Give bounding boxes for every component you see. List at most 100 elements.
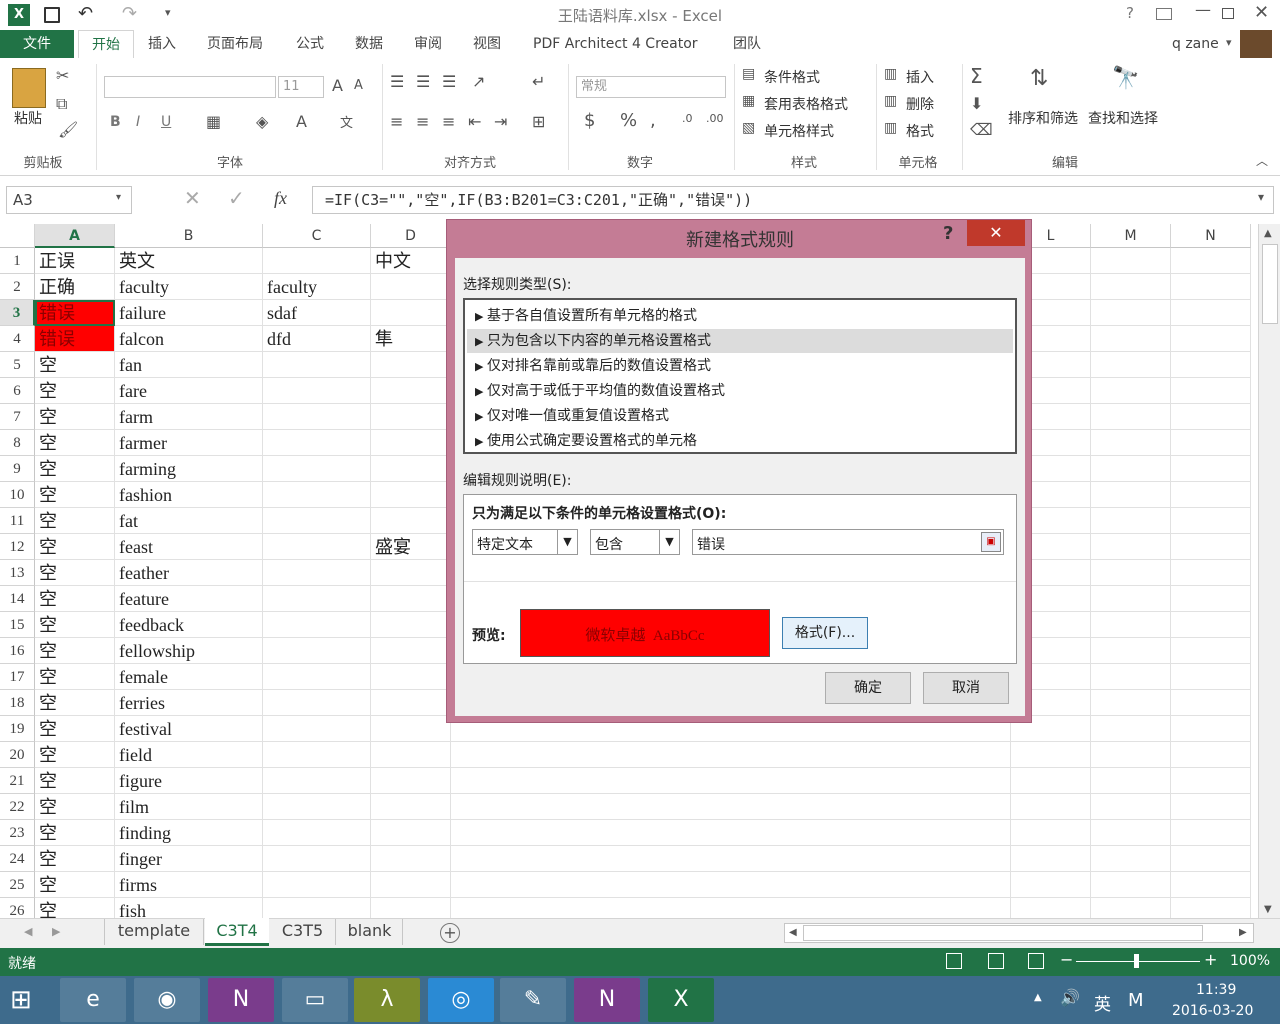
cell-empty[interactable] xyxy=(1171,430,1251,456)
cell-empty[interactable] xyxy=(1091,898,1171,918)
cell-empty[interactable] xyxy=(1091,872,1171,898)
cell-empty[interactable] xyxy=(1171,352,1251,378)
delete-cells-icon[interactable]: ▥ xyxy=(884,93,897,109)
cell-empty[interactable] xyxy=(1171,404,1251,430)
rule-type-item[interactable]: ▶ 使用公式确定要设置格式的单元格 xyxy=(467,429,1013,453)
increase-indent-icon[interactable]: ⇥ xyxy=(494,112,507,131)
cell-c9[interactable] xyxy=(263,456,371,482)
delete-cells-button[interactable]: 删除 xyxy=(906,94,934,114)
cell-d5[interactable] xyxy=(371,352,451,378)
cell-c6[interactable] xyxy=(263,378,371,404)
cell-empty[interactable] xyxy=(1171,794,1251,820)
cell-b25[interactable]: firms xyxy=(115,872,263,898)
app-icon[interactable]: ◎ xyxy=(428,978,494,1022)
cell-empty[interactable] xyxy=(1091,638,1171,664)
firefox-icon[interactable]: ◉ xyxy=(134,978,200,1022)
cell-empty[interactable] xyxy=(1091,820,1171,846)
cell-a7[interactable]: 空 xyxy=(35,404,115,430)
percent-icon[interactable]: % xyxy=(620,110,637,131)
cell-a26[interactable]: 空 xyxy=(35,898,115,918)
row-header[interactable]: 24 xyxy=(0,846,35,872)
rule-type-dropdown[interactable]: 特定文本 ▼ xyxy=(472,529,578,555)
expand-formula-icon[interactable]: ▾ xyxy=(1258,190,1264,204)
cell-b15[interactable]: feedback xyxy=(115,612,263,638)
row-header[interactable]: 4 xyxy=(0,326,35,352)
tab-home[interactable]: 开始 xyxy=(78,30,134,58)
cell-empty[interactable] xyxy=(1091,664,1171,690)
cell-a3[interactable]: 错误 xyxy=(35,300,115,326)
cell-a4[interactable]: 错误 xyxy=(35,326,115,352)
row-header[interactable]: 14 xyxy=(0,586,35,612)
onenote-clipper-icon[interactable]: N xyxy=(574,978,640,1022)
horizontal-scrollbar[interactable]: ◀ ▶ xyxy=(784,923,1254,943)
cell-empty[interactable] xyxy=(1011,768,1091,794)
file-explorer-icon[interactable]: ▭ xyxy=(282,978,348,1022)
cell-a10[interactable]: 空 xyxy=(35,482,115,508)
row-header[interactable]: 9 xyxy=(0,456,35,482)
cell-d1[interactable]: 中文 xyxy=(371,248,451,274)
row-header[interactable]: 21 xyxy=(0,768,35,794)
ie-icon[interactable]: e xyxy=(60,978,126,1022)
clear-icon[interactable]: ⌫ xyxy=(970,120,993,139)
row-header[interactable]: 17 xyxy=(0,664,35,690)
cell-b4[interactable]: falcon xyxy=(115,326,263,352)
cell-a12[interactable]: 空 xyxy=(35,534,115,560)
ime-mode[interactable]: M xyxy=(1128,990,1144,1011)
row-header[interactable]: 20 xyxy=(0,742,35,768)
cell-b17[interactable]: female xyxy=(115,664,263,690)
redo-icon[interactable]: ↷ xyxy=(122,3,137,24)
cell-d21[interactable] xyxy=(371,768,451,794)
bold-button[interactable]: B xyxy=(110,114,121,130)
cell-c25[interactable] xyxy=(263,872,371,898)
sort-filter-icon[interactable]: ⇅ xyxy=(1030,66,1048,91)
cell-empty[interactable] xyxy=(1171,638,1251,664)
row-header[interactable]: 3 xyxy=(0,300,35,326)
cell-d13[interactable] xyxy=(371,560,451,586)
row-header[interactable]: 16 xyxy=(0,638,35,664)
cell-b14[interactable]: feature xyxy=(115,586,263,612)
cell-a16[interactable]: 空 xyxy=(35,638,115,664)
cell-empty[interactable] xyxy=(451,898,1011,918)
cell-c14[interactable] xyxy=(263,586,371,612)
cell-b22[interactable]: film xyxy=(115,794,263,820)
cell-b26[interactable]: fish xyxy=(115,898,263,918)
font-color-icon[interactable]: A xyxy=(296,112,307,131)
cell-empty[interactable] xyxy=(451,742,1011,768)
enter-icon[interactable]: ✓ xyxy=(228,186,245,210)
cell-a11[interactable]: 空 xyxy=(35,508,115,534)
cell-c24[interactable] xyxy=(263,846,371,872)
minimize-icon[interactable]: — xyxy=(1195,0,1211,19)
cell-d18[interactable] xyxy=(371,690,451,716)
cell-empty[interactable] xyxy=(1171,560,1251,586)
cell-b19[interactable]: festival xyxy=(115,716,263,742)
sheet-tab[interactable]: C3T5 xyxy=(270,919,336,945)
cell-c20[interactable] xyxy=(263,742,371,768)
conditional-format-button[interactable]: 条件格式 xyxy=(764,67,820,87)
cell-b24[interactable]: finger xyxy=(115,846,263,872)
cell-empty[interactable] xyxy=(451,872,1011,898)
cell-d4[interactable]: 隼 xyxy=(371,326,451,352)
user-name[interactable]: q zane xyxy=(1172,30,1219,58)
decrease-indent-icon[interactable]: ⇤ xyxy=(468,112,481,131)
cell-a5[interactable]: 空 xyxy=(35,352,115,378)
sheet-tab[interactable]: blank xyxy=(337,919,403,945)
row-header[interactable]: 23 xyxy=(0,820,35,846)
row-header[interactable]: 15 xyxy=(0,612,35,638)
tab-data[interactable]: 数据 xyxy=(355,30,383,58)
cell-a6[interactable]: 空 xyxy=(35,378,115,404)
cell-a13[interactable]: 空 xyxy=(35,560,115,586)
cell-c8[interactable] xyxy=(263,430,371,456)
cell-empty[interactable] xyxy=(451,820,1011,846)
cell-empty[interactable] xyxy=(1171,586,1251,612)
conditional-format-icon[interactable]: ▤ xyxy=(742,66,755,82)
cell-empty[interactable] xyxy=(1011,846,1091,872)
clock-time[interactable]: 11:39 xyxy=(1196,982,1236,998)
cancel-icon[interactable]: ✕ xyxy=(184,186,201,210)
cell-empty[interactable] xyxy=(1171,664,1251,690)
tab-formulas[interactable]: 公式 xyxy=(296,30,324,58)
decrease-decimal-icon[interactable]: .00 xyxy=(706,112,724,125)
cell-c7[interactable] xyxy=(263,404,371,430)
clipboard-icon[interactable] xyxy=(12,68,46,108)
cell-d9[interactable] xyxy=(371,456,451,482)
cell-c23[interactable] xyxy=(263,820,371,846)
